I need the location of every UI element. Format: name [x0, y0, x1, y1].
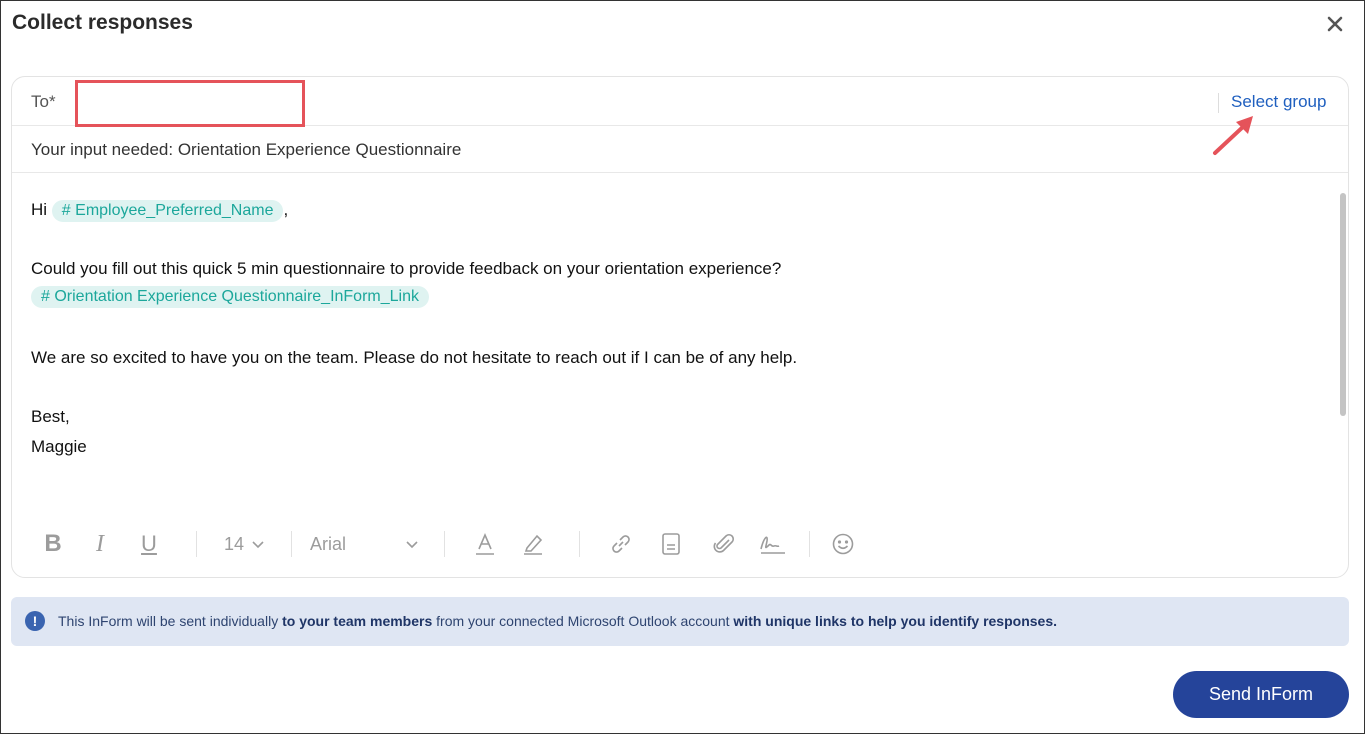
- info-icon: !: [25, 611, 45, 631]
- signature-button[interactable]: [759, 531, 787, 557]
- to-label: To*: [31, 92, 56, 111]
- underline-icon: U: [141, 531, 157, 556]
- insert-link-button[interactable]: [608, 531, 634, 557]
- attachment-button[interactable]: [711, 531, 737, 557]
- font-size-select[interactable]: 14: [217, 531, 273, 557]
- to-row: To* Select group: [12, 77, 1348, 127]
- subject-row[interactable]: Your input needed: Orientation Experienc…: [12, 126, 1348, 173]
- greeting-text: Hi: [31, 200, 48, 219]
- info-text-part: from your connected Microsoft Outlook ac…: [432, 613, 734, 629]
- highlight-button[interactable]: [520, 531, 546, 557]
- collect-responses-dialog: Collect responses To* Select group Your …: [0, 0, 1365, 734]
- inform-link-tag[interactable]: # Orientation Experience Questionnaire_I…: [31, 286, 429, 308]
- to-input[interactable]: [75, 80, 305, 127]
- highlight-icon: [524, 534, 543, 555]
- link-line: # Orientation Experience Questionnaire_I…: [31, 286, 429, 308]
- toolbar-divider: [579, 531, 580, 557]
- bold-button[interactable]: B: [40, 530, 66, 557]
- font-size-value: 14: [223, 533, 245, 554]
- emoji-icon: [832, 533, 854, 555]
- template-icon: [662, 533, 680, 555]
- closing-message: We are so excited to have you on the tea…: [31, 348, 798, 367]
- toolbar-divider: [444, 531, 445, 557]
- toolbar-divider: [196, 531, 197, 557]
- bold-icon: B: [44, 530, 62, 557]
- greeting-line: Hi # Employee_Preferred_Name,: [31, 200, 288, 222]
- to-divider: [1218, 93, 1219, 113]
- signature-text: Maggie: [31, 437, 87, 456]
- toolbar-divider: [291, 531, 292, 557]
- greeting-comma: ,: [283, 200, 289, 219]
- chevron-down-icon: [406, 541, 418, 549]
- message-body-editor[interactable]: Hi # Employee_Preferred_Name, Could you …: [12, 174, 1348, 504]
- attachment-icon: [713, 533, 735, 553]
- info-banner: ! This InForm will be sent individually …: [11, 597, 1349, 646]
- link-icon: [612, 535, 630, 553]
- send-inform-button[interactable]: Send InForm: [1173, 671, 1349, 718]
- emoji-button[interactable]: [830, 531, 856, 557]
- signoff-text: Best,: [31, 407, 70, 426]
- info-bold-part: to your team members: [282, 613, 433, 629]
- underline-button[interactable]: U: [137, 531, 161, 557]
- close-icon: [1327, 16, 1343, 32]
- formatting-toolbar: B I U 14 Arial: [12, 523, 1348, 563]
- info-bold-part: with unique links to help you identify r…: [733, 613, 1057, 629]
- select-group-link[interactable]: Select group: [1231, 92, 1326, 112]
- body-scrollbar[interactable]: [1340, 193, 1346, 416]
- info-text-part: This InForm will be sent individually: [58, 613, 283, 629]
- close-button[interactable]: [1324, 13, 1346, 35]
- template-button[interactable]: [658, 531, 684, 557]
- subject-text: Your input needed: Orientation Experienc…: [31, 140, 462, 159]
- toolbar-divider: [809, 531, 810, 557]
- request-text: Could you fill out this quick 5 min ques…: [31, 259, 782, 278]
- font-color-icon: [476, 532, 494, 555]
- italic-icon: I: [96, 530, 104, 557]
- compose-panel: To* Select group Your input needed: Orie…: [11, 76, 1349, 578]
- italic-button[interactable]: I: [88, 531, 112, 557]
- info-text: This InForm will be sent individually to…: [58, 613, 1057, 629]
- annotation-arrow-icon: [1213, 116, 1253, 155]
- dialog-title: Collect responses: [12, 11, 193, 34]
- signature-icon: [760, 536, 785, 554]
- font-family-select[interactable]: Arial: [310, 531, 420, 557]
- font-color-button[interactable]: [472, 531, 498, 557]
- font-family-value: Arial: [310, 533, 347, 554]
- employee-name-tag[interactable]: # Employee_Preferred_Name: [51, 200, 284, 222]
- chevron-down-icon: [252, 541, 264, 549]
